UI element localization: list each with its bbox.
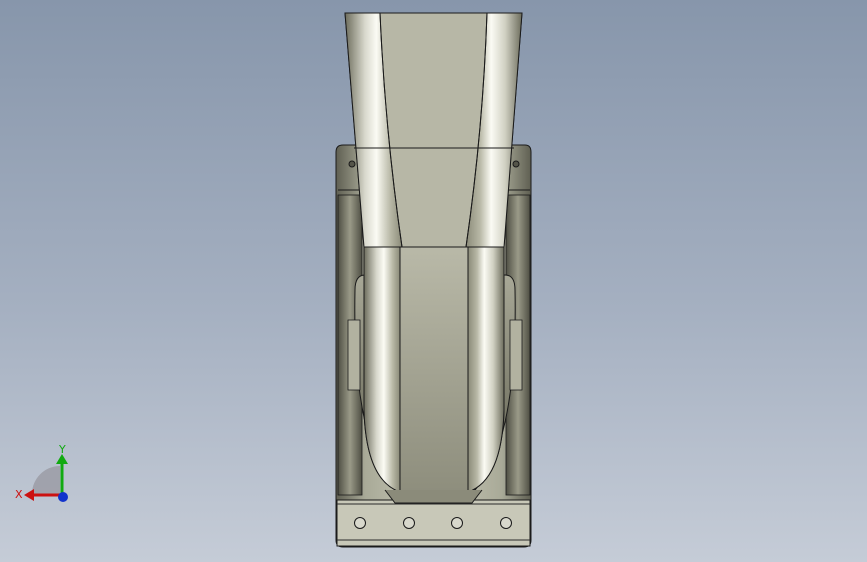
mounting-hole [451,517,463,529]
x-axis-label: X [15,488,23,501]
graphics-viewport[interactable]: Y X [0,0,867,562]
mounting-hole [500,517,512,529]
3d-model-view[interactable] [0,0,867,562]
mounting-hole [403,517,415,529]
y-axis-label: Y [58,443,66,456]
coordinate-triad-icon: Y X [15,443,68,502]
mounting-hole [354,517,366,529]
